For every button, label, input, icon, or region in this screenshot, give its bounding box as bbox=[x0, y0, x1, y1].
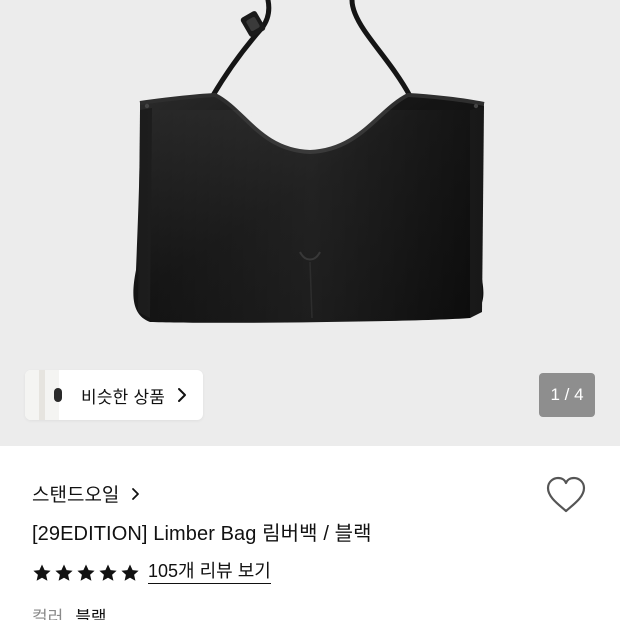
rating-stars bbox=[32, 563, 140, 583]
option-value: 블랙 bbox=[75, 608, 107, 620]
product-gallery[interactable]: 비슷한 상품 1 / 4 bbox=[0, 0, 620, 446]
option-row: 컬러 블랙 bbox=[32, 603, 107, 620]
similar-products-label: 비슷한 상품 bbox=[81, 387, 166, 407]
thumbnail-strip bbox=[39, 370, 45, 420]
star-icon bbox=[99, 564, 117, 581]
star-icon bbox=[121, 564, 139, 581]
star-icon bbox=[77, 564, 95, 581]
image-counter: 1 / 4 bbox=[539, 373, 595, 417]
product-title: [29EDITION] Limber Bag 림버백 / 블랙 bbox=[32, 523, 372, 545]
thumbnail-bag-shape bbox=[54, 388, 62, 402]
rating-row: 105개 리뷰 보기 bbox=[32, 561, 271, 584]
similar-product-thumbnail bbox=[25, 370, 62, 420]
brand-link[interactable]: 스탠드오일 bbox=[32, 480, 141, 507]
brand-name: 스탠드오일 bbox=[32, 485, 120, 506]
review-link[interactable]: 105개 리뷰 보기 bbox=[148, 561, 271, 584]
chevron-right-icon bbox=[131, 486, 141, 502]
chevron-right-icon bbox=[177, 386, 191, 404]
star-icon bbox=[55, 564, 73, 581]
star-icon bbox=[33, 564, 51, 581]
product-info: 스탠드오일 [29EDITION] Limber Bag 림버백 / 블랙 10… bbox=[0, 446, 620, 620]
similar-products-button[interactable]: 비슷한 상품 bbox=[25, 370, 203, 420]
option-label: 컬러 bbox=[32, 608, 64, 620]
wishlist-heart-icon[interactable] bbox=[545, 476, 587, 514]
